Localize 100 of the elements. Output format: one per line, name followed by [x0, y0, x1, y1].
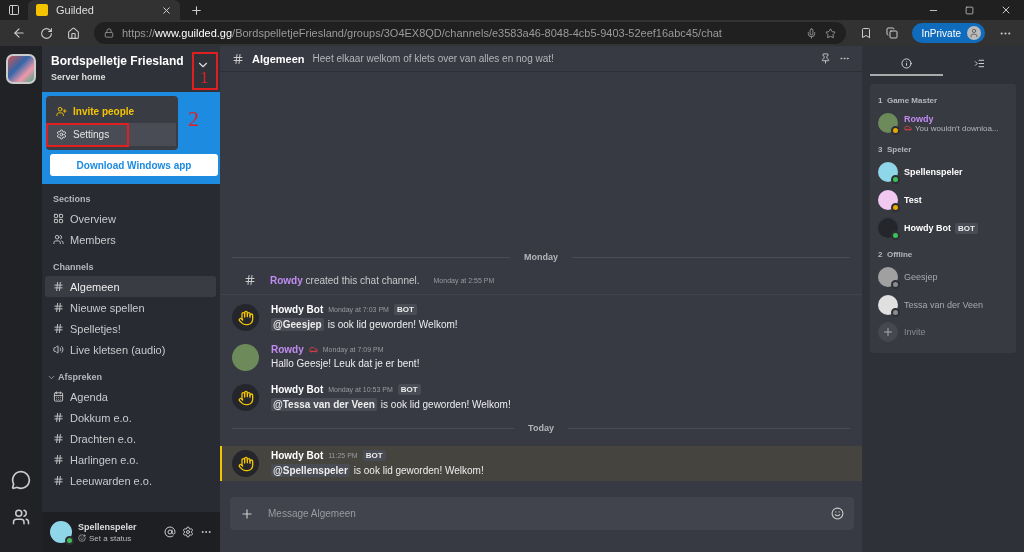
settings-icon[interactable] — [182, 526, 194, 538]
mention[interactable]: @Geesjep — [271, 318, 324, 331]
group-heading[interactable]: Afspreken — [45, 366, 216, 386]
group-heading: 2 Offline — [878, 250, 914, 259]
member-name[interactable]: Geesjep — [904, 272, 938, 282]
avatar[interactable] — [878, 295, 898, 315]
mention[interactable]: @Spellenspeler — [271, 464, 350, 477]
settings-icon — [56, 129, 67, 140]
channel-item[interactable]: Leeuwarden e.o. — [45, 470, 216, 491]
server-subtitle: Server home — [51, 72, 107, 82]
bot-badge: BOT — [955, 222, 978, 234]
channel-item[interactable]: Algemeen — [45, 276, 216, 297]
bot-badge: BOT — [393, 304, 417, 315]
member-name[interactable]: Tessa van der Veen — [904, 300, 984, 310]
profile-icon — [967, 26, 981, 40]
waving-hand-avatar — [232, 450, 259, 477]
message-input[interactable]: Message Algemeen — [266, 507, 819, 520]
pin-icon[interactable] — [820, 53, 831, 64]
member-name[interactable]: Howdy Bot — [904, 223, 951, 233]
favorites-icon[interactable] — [859, 27, 872, 39]
date-divider: Monday — [524, 252, 558, 262]
favorite-icon[interactable] — [824, 27, 836, 39]
car-icon — [308, 345, 318, 354]
emoji-icon[interactable] — [831, 507, 844, 520]
nav-item[interactable]: Members — [45, 229, 216, 250]
channel-item[interactable]: Live kletsen (audio) — [45, 339, 216, 360]
section-heading: Channels — [52, 261, 95, 274]
photo-placeholder[interactable] — [878, 113, 898, 133]
grid-icon — [53, 213, 64, 224]
photo-placeholder — [232, 344, 259, 371]
message-text: is ook lid geworden! Welkom! — [380, 399, 511, 410]
channel-item[interactable]: Agenda — [45, 386, 216, 407]
system-message: Rowdy created this chat channel. — [270, 274, 420, 286]
menu-item[interactable]: Invite people — [48, 100, 176, 123]
url-text: https://www.guilded.gg/BordspelletjeFriesland/groups/3O4EX8QD/channels/e3583a46-8048-4cb5-9403-52eef16abc45/chat — [122, 27, 722, 39]
back-icon[interactable] — [12, 26, 26, 40]
channel-item[interactable]: Harlingen e.o. — [45, 449, 216, 470]
hash-icon — [53, 323, 64, 334]
group-heading: 1 Game Master — [878, 96, 939, 105]
annotation-number: 2 — [188, 106, 199, 132]
channel-item[interactable]: Nieuwe spellen — [45, 297, 216, 318]
server-icon[interactable] — [6, 54, 36, 84]
hash-icon — [53, 281, 64, 292]
member-name[interactable]: Test — [904, 195, 922, 205]
channel-topic: Heet elkaar welkom of klets over van alles en nog wat! — [312, 53, 554, 64]
avatar[interactable] — [878, 162, 898, 182]
reload-icon[interactable] — [40, 26, 53, 40]
sidebar-icon[interactable] — [8, 4, 20, 16]
nav-item[interactable]: Overview — [45, 208, 216, 229]
message-composer[interactable]: Message Algemeen — [230, 497, 854, 530]
waving-hand-avatar — [232, 384, 259, 411]
avatar[interactable] — [878, 190, 898, 210]
hash-icon — [53, 454, 64, 465]
channel-item[interactable]: Dokkum e.o. — [45, 407, 216, 428]
author-name: Rowdy — [271, 344, 304, 355]
channel-name: Algemeen — [252, 52, 305, 65]
address-bar[interactable]: https://www.guilded.gg/BordspelletjeFriesland/groups/3O4EX8QD/channels/e3583a46-8048-4cb5-9403-52eef16abc45/chat — [94, 22, 846, 44]
close-icon[interactable] — [161, 4, 172, 16]
hash-icon — [244, 274, 256, 286]
mention[interactable]: @Tessa van der Veen — [271, 398, 377, 411]
new-tab-icon[interactable] — [190, 3, 203, 17]
browser-tab[interactable]: Guilded — [28, 0, 180, 20]
annotation-box — [192, 52, 218, 90]
plus-icon[interactable] — [240, 506, 254, 521]
waving-hand-avatar — [232, 304, 259, 331]
hash-icon — [53, 475, 64, 486]
calendar-icon — [53, 391, 64, 402]
bot-badge: BOT — [397, 384, 421, 395]
inprivate-button[interactable]: InPrivate — [911, 23, 985, 43]
mention-icon[interactable] — [164, 526, 176, 538]
status-text[interactable]: Set a status — [89, 533, 132, 543]
annotation-number: 1 — [200, 68, 209, 88]
channel-item[interactable]: Spelletjes! — [45, 318, 216, 339]
author-name: Howdy Bot — [271, 384, 324, 395]
status-text: You wouldn't downloa... — [915, 123, 999, 133]
download-button[interactable]: Download Windows app — [50, 154, 218, 176]
date-divider: Today — [528, 423, 554, 433]
channel-item[interactable]: Drachten e.o. — [45, 428, 216, 449]
home-icon[interactable] — [67, 26, 80, 40]
logo-icon — [36, 4, 48, 16]
avatar[interactable] — [878, 218, 898, 238]
plus-icon — [878, 322, 898, 342]
microphone-icon[interactable] — [805, 27, 817, 39]
message-text: Hallo Geesje! Leuk dat je er bent! — [271, 358, 420, 369]
car-icon — [904, 124, 912, 132]
close-icon[interactable] — [1000, 4, 1012, 16]
maximize-icon[interactable] — [965, 5, 974, 15]
member-name[interactable]: Rowdy — [904, 113, 934, 124]
avatar[interactable] — [50, 521, 72, 543]
author-name: Howdy Bot — [271, 304, 324, 315]
add-user-icon — [56, 106, 67, 117]
member-name[interactable]: Spellenspeler — [904, 167, 963, 177]
collections-icon[interactable] — [885, 27, 898, 39]
list-icon — [974, 57, 985, 69]
avatar[interactable] — [878, 267, 898, 287]
hash-icon — [53, 302, 64, 313]
section-heading: Sections — [52, 193, 92, 206]
user-name: Spellenspeler — [78, 521, 138, 532]
hash-icon — [232, 52, 244, 65]
speaker-icon — [53, 344, 64, 355]
